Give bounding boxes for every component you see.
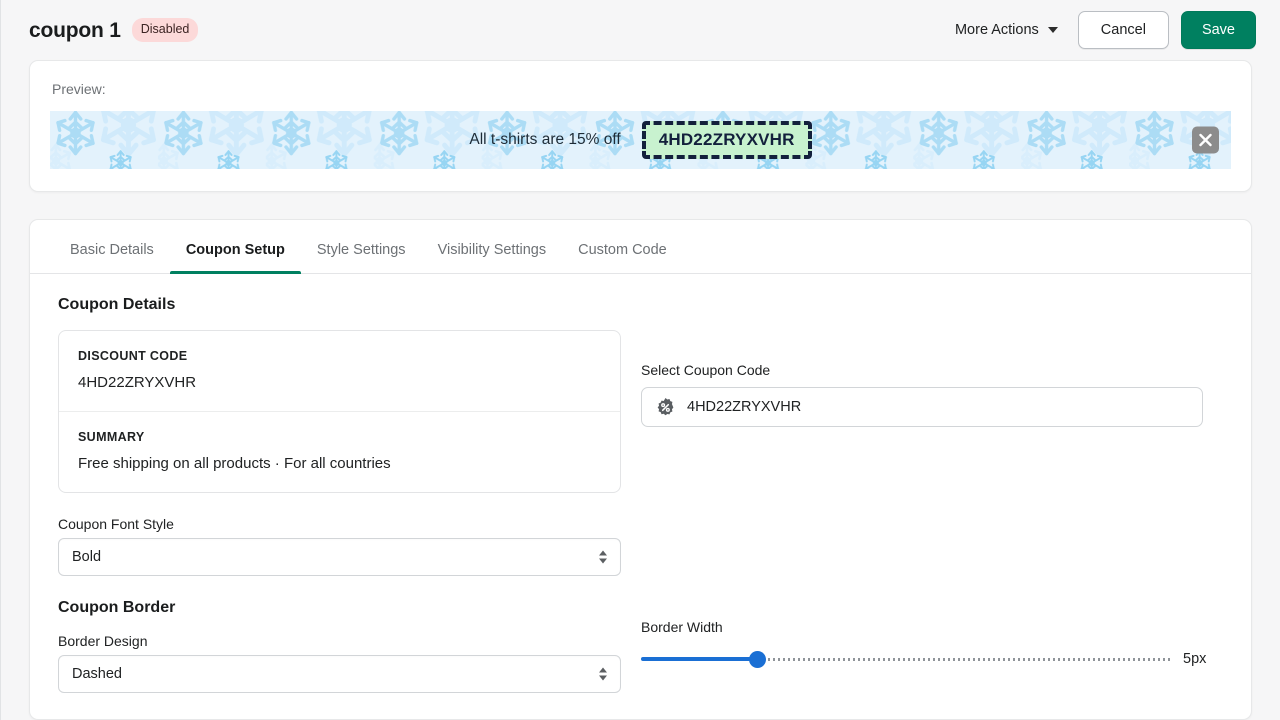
select-coupon-code-label: Select Coupon Code <box>641 362 771 378</box>
save-button[interactable]: Save <box>1180 10 1256 50</box>
more-actions-label: More Actions <box>954 22 1039 38</box>
coupon-details-box: DISCOUNT CODE 4HD22ZRYXVHR SUMMARY Free … <box>58 330 621 493</box>
app-page: coupon 1 Disabled More Actions Cancel Sa… <box>0 0 1280 720</box>
select-arrows-icon <box>599 667 607 681</box>
summary-row: SUMMARY Free shipping on all products · … <box>59 411 620 492</box>
border-width-slider-row: 5px <box>641 650 1223 668</box>
right-column: Select Coupon Code 4HD22ZRYXVHR Border W… <box>641 296 1223 693</box>
select-coupon-code-group: Select Coupon Code 4HD22ZRYXVHR <box>641 362 1223 427</box>
discount-code-value: 4HD22ZRYXVHR <box>78 374 197 391</box>
page-title: coupon 1 <box>29 18 121 42</box>
tab-bar: Basic Details Coupon Setup Style Setting… <box>30 220 1251 274</box>
discount-code-label: DISCOUNT CODE <box>78 349 188 363</box>
border-width-slider[interactable] <box>641 650 1171 668</box>
banner-close-button[interactable] <box>1192 126 1219 154</box>
border-width-label: Border Width <box>641 619 723 635</box>
coupon-border-group: Coupon Border Border Design Dashed <box>58 599 621 693</box>
tab-coupon-setup[interactable]: Coupon Setup <box>169 242 301 274</box>
chevron-down-icon <box>1047 27 1058 33</box>
cancel-button[interactable]: Cancel <box>1077 10 1169 50</box>
slider-thumb[interactable] <box>749 650 766 668</box>
tab-style-settings[interactable]: Style Settings <box>301 242 422 273</box>
coupon-banner-preview: All t-shirts are 15% off 4HD22ZRYXVHR <box>50 111 1231 169</box>
coupon-border-heading: Coupon Border <box>58 599 176 616</box>
status-badge: Disabled <box>131 18 199 42</box>
slider-track-filled <box>641 657 758 661</box>
tab-basic-details[interactable]: Basic Details <box>54 242 170 273</box>
border-width-value: 5px <box>1183 651 1207 667</box>
banner-content: All t-shirts are 15% off 4HD22ZRYXVHR <box>469 121 812 159</box>
border-design-value: Dashed <box>72 666 122 682</box>
summary-value: Free shipping on all products · For all … <box>78 455 391 472</box>
left-column: Coupon Details DISCOUNT CODE 4HD22ZRYXVH… <box>58 296 621 693</box>
more-actions-button[interactable]: More Actions <box>947 15 1066 45</box>
tab-custom-code[interactable]: Custom Code <box>562 242 683 273</box>
coupon-font-style-select[interactable]: Bold <box>58 538 621 576</box>
coupon-details-heading: Coupon Details <box>58 296 176 313</box>
coupon-font-style-label: Coupon Font Style <box>58 516 174 532</box>
banner-coupon-code: 4HD22ZRYXVHR <box>641 121 812 159</box>
select-arrows-icon <box>599 550 607 564</box>
slider-track-remaining <box>758 657 1171 661</box>
preview-card: Preview: All t-shirts are 15% off 4HD22Z… <box>29 60 1252 192</box>
title-group: coupon 1 Disabled <box>29 18 199 42</box>
page-header: coupon 1 Disabled More Actions Cancel Sa… <box>1 0 1280 60</box>
border-design-select[interactable]: Dashed <box>58 655 621 693</box>
select-coupon-code-value: 4HD22ZRYXVHR <box>687 399 802 415</box>
discount-percent-badge-icon <box>657 397 674 415</box>
preview-label: Preview: <box>52 81 106 97</box>
banner-message: All t-shirts are 15% off <box>469 131 621 148</box>
border-width-group: Border Width 5px <box>641 619 1223 668</box>
summary-label: SUMMARY <box>78 430 145 444</box>
select-coupon-code-input[interactable]: 4HD22ZRYXVHR <box>641 387 1203 427</box>
close-icon <box>1199 133 1212 147</box>
discount-code-row: DISCOUNT CODE 4HD22ZRYXVHR <box>59 331 620 411</box>
settings-card: Basic Details Coupon Setup Style Setting… <box>29 219 1252 720</box>
coupon-font-style-value: Bold <box>72 549 102 565</box>
header-actions: More Actions Cancel Save <box>947 10 1256 50</box>
border-design-label: Border Design <box>58 633 148 649</box>
tab-visibility-settings[interactable]: Visibility Settings <box>422 242 563 273</box>
coupon-font-style-group: Coupon Font Style Bold <box>58 516 621 576</box>
tab-panel-coupon-setup: Coupon Details DISCOUNT CODE 4HD22ZRYXVH… <box>30 274 1251 719</box>
